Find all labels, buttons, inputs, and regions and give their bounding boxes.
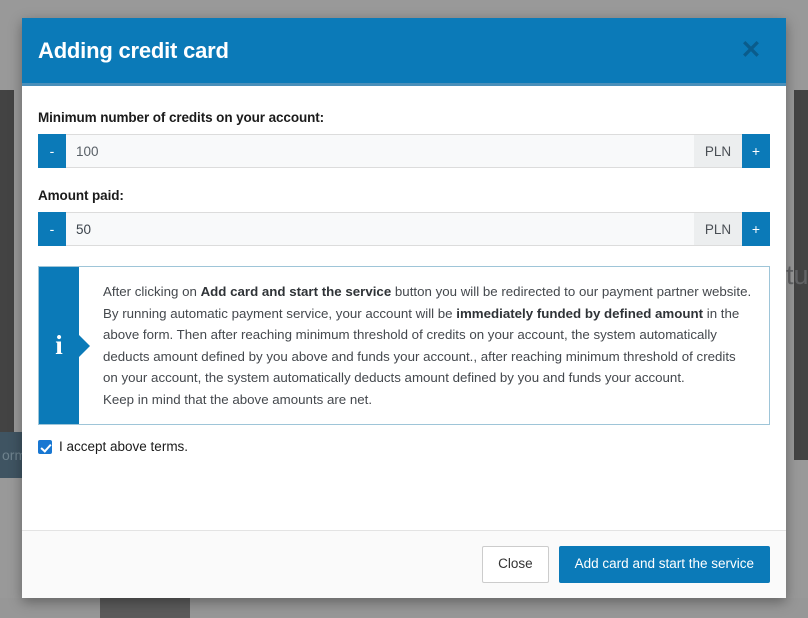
amount-paid-stepper: - PLN + xyxy=(38,212,770,246)
amount-paid-decrement-button[interactable]: - xyxy=(38,212,66,246)
minimum-credits-decrement-button[interactable]: - xyxy=(38,134,66,168)
dialog-header: Adding credit card ✕ xyxy=(22,18,786,86)
accept-terms-checkbox[interactable] xyxy=(38,439,52,454)
amount-paid-currency-addon: PLN xyxy=(694,212,742,246)
info-alert-arrow xyxy=(79,334,90,357)
minimum-credits-stepper: - PLN + xyxy=(38,134,770,168)
dialog-title: Adding credit card xyxy=(38,37,229,63)
info-alert: i After clicking on Add card and start t… xyxy=(38,266,770,426)
dialog-footer: Close Add card and start the service xyxy=(22,530,786,598)
close-button[interactable]: Close xyxy=(482,546,549,583)
info-icon-glyph: i xyxy=(55,330,63,361)
dialog-body: Minimum number of credits on your accoun… xyxy=(22,86,786,530)
accept-terms-row[interactable]: I accept above terms. xyxy=(38,439,770,454)
info-text-bold-2: immediately funded by defined amount xyxy=(456,305,704,321)
info-text-bold-1: Add card and start the service xyxy=(200,284,392,299)
amount-paid-increment-button[interactable]: + xyxy=(742,212,770,246)
amount-paid-label: Amount paid: xyxy=(38,188,124,203)
minimum-credits-label: Minimum number of credits on your accoun… xyxy=(38,110,325,125)
add-card-and-start-service-button[interactable]: Add card and start the service xyxy=(558,546,770,583)
amount-paid-input[interactable] xyxy=(66,212,694,246)
minimum-credits-increment-button[interactable]: + xyxy=(742,134,770,168)
adding-credit-card-dialog: Adding credit card ✕ Minimum number of c… xyxy=(22,18,786,598)
close-icon[interactable]: ✕ xyxy=(738,38,764,64)
info-text-net-note: Keep in mind that the above amounts are … xyxy=(103,391,373,407)
minimum-credits-input[interactable] xyxy=(66,134,694,168)
info-text-pre: After clicking on xyxy=(103,284,201,299)
info-alert-content: After clicking on Add card and start the… xyxy=(79,267,769,424)
minimum-credits-currency-addon: PLN xyxy=(694,134,742,168)
info-icon: i xyxy=(39,267,79,425)
accept-terms-label[interactable]: I accept above terms. xyxy=(59,439,188,454)
